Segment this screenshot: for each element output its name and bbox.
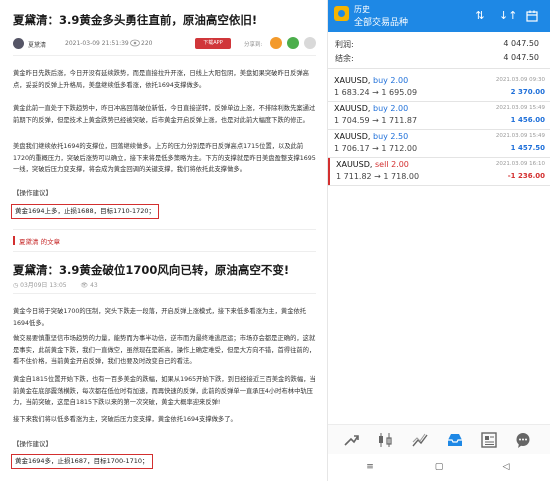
trade-profit: 1 456.00	[510, 116, 545, 124]
profit-row: 利润: 4 047.50	[328, 37, 550, 51]
publish-time: 2021-03-09 21:51:39	[65, 40, 129, 47]
balance-label: 结余:	[335, 54, 354, 63]
trade-symbol: XAUUSD,	[336, 160, 373, 169]
eye-icon: 👁	[80, 282, 91, 289]
article-paragraph: 黄金昨日先跌后涨，今日开没有延续跌势，而是直接拉升开涨，日线上大阳包阴，美盘如果…	[13, 70, 309, 89]
weibo-share-icon[interactable]	[270, 37, 282, 49]
trade-date: 2021.03.09 15:49	[495, 105, 545, 111]
divider	[13, 251, 316, 252]
related-label: 夏黛清 的文章	[19, 238, 61, 246]
quotes-icon[interactable]	[342, 431, 360, 449]
trade-direction: buy 2.00	[373, 76, 409, 85]
trade-date: 2021.03.09 09:30	[495, 77, 545, 83]
symbol-filter[interactable]: 全部交易品种	[354, 15, 408, 28]
trade-direction: sell 2.00	[375, 160, 409, 169]
download-app-button[interactable]: 下载APP	[195, 38, 231, 49]
trade-symbol: XAUUSD,	[334, 132, 371, 141]
bottom-navigation	[328, 424, 550, 454]
balance-row: 结余: 4 047.50	[328, 51, 550, 65]
trading-app-panel: 历史 全部交易品种 ⇅ ↓↑ 利润: 4 047.50 结余: 4 047.50…	[327, 0, 550, 481]
ops-advice-box: 黄金1694多，止损1687，目标1700-1710；	[11, 454, 153, 469]
profit-label: 利润:	[335, 40, 354, 49]
trade-profit: 2 370.00	[510, 88, 545, 96]
article-meta: ◷ 03月09日 13:05 👁 43	[13, 280, 98, 289]
divider	[13, 293, 316, 294]
back-icon[interactable]: ◁	[500, 461, 512, 473]
swap-icon[interactable]: ⇅	[473, 9, 487, 23]
article-title[interactable]: 夏黛清：3.9黄金破位1700风向已转，原油高空不变!	[13, 262, 289, 278]
news-icon[interactable]	[480, 431, 498, 449]
related-articles-header: 夏黛清 的文章	[13, 235, 318, 247]
article-panel: 夏黛清：3.9黄金多头勇往直前，原油高空依旧! 夏黛清 2021-03-09 2…	[0, 0, 327, 481]
trade-profit: 1 457.50	[510, 144, 545, 152]
view-count: 43	[90, 282, 98, 289]
divider	[13, 229, 316, 230]
more-share-icon[interactable]	[304, 37, 316, 49]
divider	[328, 68, 550, 69]
app-logo-icon[interactable]	[334, 6, 349, 21]
article-paragraph: 做交易要慎重坚信市场趋势的力量，能势而为事半功倍，逆市而为最终难逃厄运；市场亦会…	[13, 335, 316, 365]
article-paragraph: 黄金今日将于突破1700的压制，突头下跌走一段落，开启反弹上涨模式，接下来低多看…	[13, 308, 307, 327]
article-title[interactable]: 夏黛清：3.9黄金多头勇往直前，原油高空依旧!	[13, 12, 257, 28]
profit-value: 4 047.50	[503, 39, 539, 48]
app-header: 历史 全部交易品种 ⇅ ↓↑	[328, 0, 550, 32]
chat-icon[interactable]	[514, 431, 532, 449]
trade-symbol: XAUUSD,	[334, 76, 371, 85]
trade-direction: buy 2.00	[373, 104, 409, 113]
view-count: 220	[141, 40, 153, 47]
publish-time: 03月09日 13:05	[20, 282, 67, 289]
sort-icon[interactable]: ↓↑	[499, 9, 517, 23]
trade-row[interactable]: XAUUSD, buy 2.00 1 704.59 → 1 711.87 202…	[328, 102, 550, 129]
share-label: 分享到:	[244, 42, 263, 48]
article-paragraph: 黄金此前一直处于下跌趋势中，昨日冲高回落破位新低，今日直接逆转，反弹单边上涨，不…	[13, 105, 316, 124]
menu-icon[interactable]: ≡	[364, 461, 376, 473]
trade-row[interactable]: XAUUSD, buy 2.00 1 683.24 → 1 695.09 202…	[328, 74, 550, 101]
trade-profit: -1 236.00	[507, 172, 545, 180]
wechat-share-icon[interactable]	[287, 37, 299, 49]
divider	[13, 55, 316, 56]
ops-label: 【操作建议】	[13, 440, 52, 448]
article-paragraph: 黄金自1815位置开始下跌，也有一百多美金的跌幅，如果从1965开始下跌，到日经…	[13, 376, 316, 406]
trade-icon[interactable]	[411, 431, 429, 449]
article-paragraph: 美盘我们继续依托1694的支撑位，回落继续做多。上方的压力分别是昨日反弹高点17…	[13, 143, 316, 173]
trade-prices: 1 711.82 → 1 718.00	[336, 172, 420, 181]
trade-prices: 1 706.17 → 1 712.00	[334, 144, 418, 153]
ops-advice-box: 黄金1694上多，止损1688，目标1710-1720；	[11, 204, 160, 219]
article-meta: 夏黛清 2021-03-09 21:51:39 220 下载APP 分享到:	[13, 37, 318, 51]
balance-value: 4 047.50	[503, 53, 539, 62]
calendar-icon[interactable]	[525, 9, 539, 23]
trade-row[interactable]: XAUUSD, sell 2.00 1 711.82 → 1 718.00 20…	[328, 158, 550, 185]
author-name[interactable]: 夏黛清	[28, 40, 46, 49]
section-marker	[13, 236, 15, 245]
ops-label: 【操作建议】	[13, 189, 52, 197]
author-avatar[interactable]	[13, 38, 24, 49]
history-icon[interactable]	[446, 431, 464, 449]
trade-date: 2021.03.09 15:49	[495, 133, 545, 139]
eye-icon	[130, 39, 140, 47]
trade-prices: 1 683.24 → 1 695.09	[334, 88, 418, 97]
trade-direction: buy 2.50	[373, 132, 409, 141]
home-icon[interactable]: ▢	[433, 461, 445, 473]
article-paragraph: 接下来我们将以低多看涨为主，突破后压力变支撑，黄金依托1694支撑做多了。	[13, 416, 237, 423]
trade-date: 2021.03.09 16:10	[495, 161, 545, 167]
divider	[328, 185, 550, 186]
chart-icon[interactable]	[376, 431, 394, 449]
trade-symbol: XAUUSD,	[334, 104, 371, 113]
trade-row[interactable]: XAUUSD, buy 2.50 1 706.17 → 1 712.00 202…	[328, 130, 550, 157]
header-title: 历史	[354, 5, 370, 14]
trade-prices: 1 704.59 → 1 711.87	[334, 116, 418, 125]
system-navigation-bar: ≡ ▢ ◁	[328, 454, 550, 481]
